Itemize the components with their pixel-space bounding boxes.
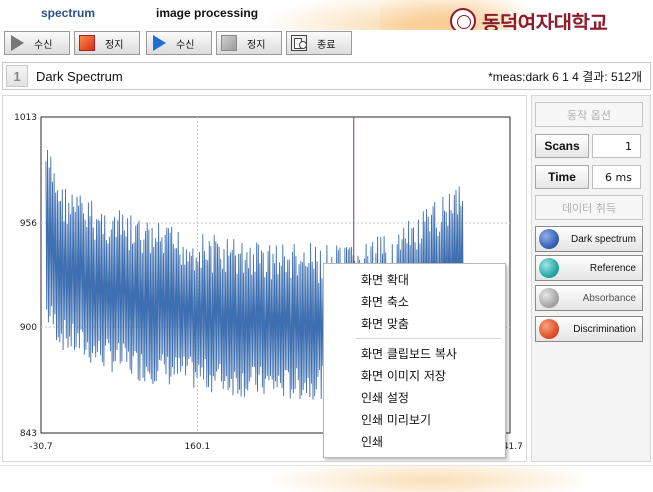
discrimination-label: Discrimination — [573, 323, 636, 335]
scans-field[interactable]: 1 — [592, 134, 641, 158]
chart-title-bar: 1 Dark Spectrum *meas:dark 6 1 4 결과: 512… — [2, 62, 651, 90]
absorbance-dot-icon — [539, 288, 559, 308]
reference-label: Reference — [589, 262, 636, 274]
dark-spectrum-label: Dark spectrum — [570, 233, 636, 245]
operation-option-button[interactable]: 동작 옵션 — [535, 102, 643, 127]
context-menu: 화면 확대 화면 축소 화면 맞춤 화면 클립보드 복사 화면 이미지 저장 인… — [323, 263, 506, 458]
play-icon — [11, 35, 24, 51]
y-tick-label: 843 — [20, 429, 37, 439]
scans-label: Scans — [535, 134, 589, 158]
university-name: 동덕여자대학교 — [482, 10, 608, 31]
stop-image-button[interactable]: 정지 — [216, 31, 282, 55]
data-acquire-button[interactable]: 데이터 취득 — [535, 195, 643, 220]
menu-item-zoom-out[interactable]: 화면 축소 — [324, 290, 505, 312]
stop-button[interactable]: 정지 — [74, 31, 140, 55]
tab-spectrum[interactable]: spectrum — [41, 6, 95, 20]
receive-label: 수신 — [34, 39, 53, 51]
university-logo: 동덕여자대학교 — [450, 7, 650, 30]
stop-icon — [79, 35, 95, 51]
toolbar: 수신 정지 수신 정지 종료 — [0, 30, 653, 58]
menu-item-print-preview[interactable]: 인쇄 미리보기 — [324, 408, 505, 430]
absorbance-button[interactable]: Absorbance — [535, 285, 643, 311]
stop-image-label: 정지 — [247, 39, 266, 51]
receive-image-button[interactable]: 수신 — [146, 31, 212, 55]
y-tick-label: 956 — [20, 219, 37, 229]
exit-label: 종료 — [317, 39, 336, 51]
dark-spectrum-button[interactable]: Dark spectrum — [535, 226, 643, 252]
status-bar — [0, 465, 653, 492]
tab-image-processing[interactable]: image processing — [156, 6, 258, 20]
stop-label: 정지 — [105, 39, 124, 51]
y-tick-label: 900 — [20, 323, 37, 333]
status-decoration — [250, 466, 580, 492]
dark-spectrum-dot-icon — [539, 229, 559, 249]
chart-title: Dark Spectrum — [36, 68, 123, 84]
play-icon — [153, 35, 166, 51]
menu-item-fit[interactable]: 화면 맞춤 — [324, 312, 505, 334]
top-banner: spectrum image processing 동덕여자대학교 — [0, 0, 653, 30]
x-tick-label: 160.1 — [184, 442, 210, 452]
y-tick-label: 1013 — [14, 113, 37, 123]
measurement-info: *meas:dark 6 1 4 결과: 512개 — [488, 69, 642, 84]
menu-separator — [356, 338, 501, 339]
reference-button[interactable]: Reference — [535, 255, 643, 281]
menu-item-zoom-in[interactable]: 화면 확대 — [324, 268, 505, 290]
time-label: Time — [535, 165, 589, 189]
menu-item-save-image[interactable]: 화면 이미지 저장 — [324, 364, 505, 386]
receive-button[interactable]: 수신 — [4, 31, 70, 55]
receive-image-label: 수신 — [176, 39, 195, 51]
time-field[interactable]: 6 ms — [592, 165, 641, 189]
menu-item-copy-clipboard[interactable]: 화면 클립보드 복사 — [324, 342, 505, 364]
menu-item-print-setup[interactable]: 인쇄 설정 — [324, 386, 505, 408]
discrimination-button[interactable]: Discrimination — [535, 316, 643, 342]
absorbance-label: Absorbance — [582, 292, 636, 304]
x-tick-label: -30.7 — [29, 442, 52, 452]
university-seal-icon — [450, 8, 476, 30]
exit-button[interactable]: 종료 — [286, 31, 352, 55]
reference-dot-icon — [539, 258, 559, 278]
chart-number-badge: 1 — [6, 65, 28, 87]
stop-icon — [221, 35, 237, 51]
menu-item-print[interactable]: 인쇄 — [324, 430, 505, 452]
exit-icon — [291, 35, 307, 51]
discrimination-dot-icon — [539, 319, 559, 339]
side-panel: 동작 옵션 Scans 1 Time 6 ms 데이터 취득 Dark spec… — [531, 95, 651, 462]
